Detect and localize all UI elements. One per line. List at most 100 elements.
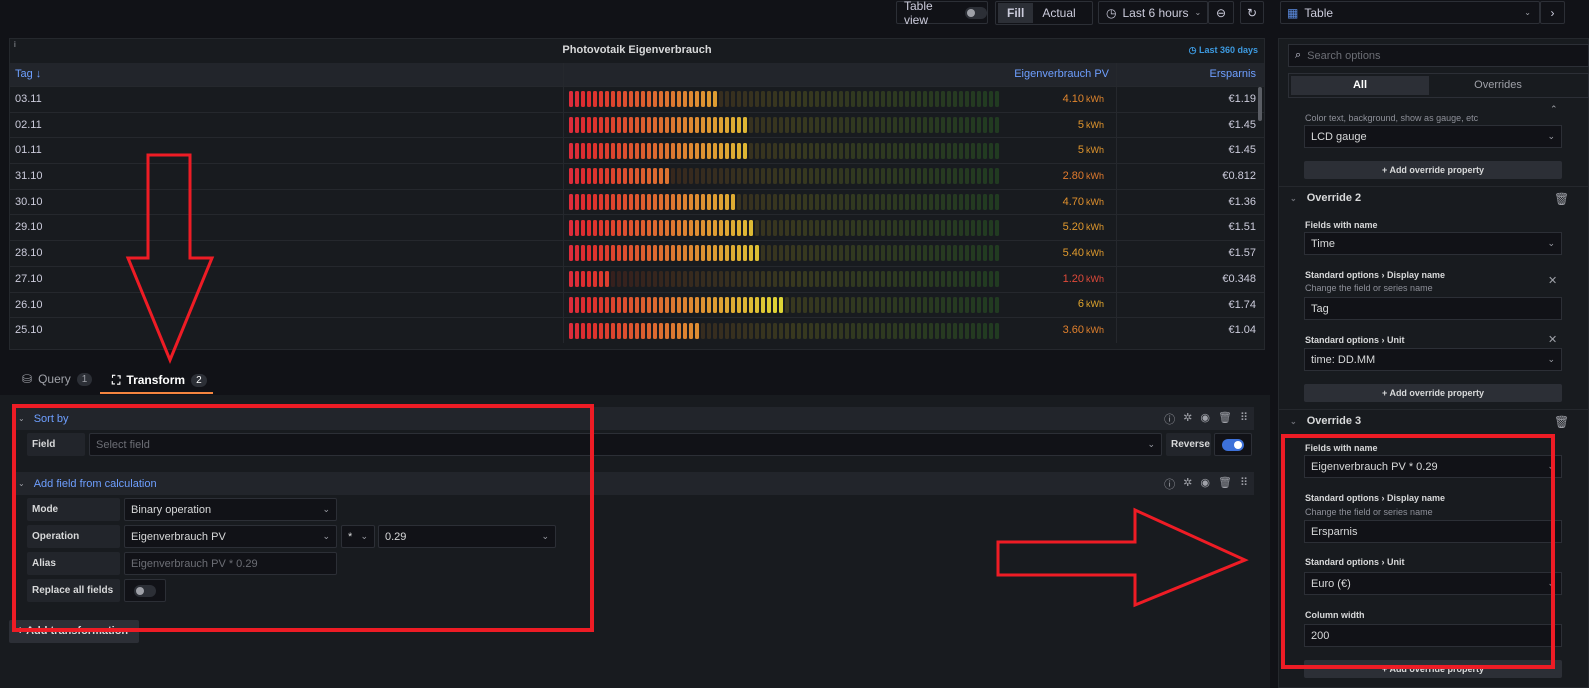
- chevron-up-icon[interactable]: ⌃: [1550, 104, 1558, 115]
- replace-toggle[interactable]: [124, 579, 166, 602]
- toggle-switch[interactable]: [1222, 438, 1244, 451]
- gauge-cell: [827, 322, 831, 339]
- gauge-cell: [761, 194, 765, 211]
- gauge-cell: [845, 194, 849, 211]
- info-icon[interactable]: i: [14, 40, 16, 49]
- override-2-fields-select[interactable]: Time ⌄: [1304, 232, 1562, 255]
- gauge-cell: [647, 168, 651, 185]
- override-2-header[interactable]: ⌄ Override 2: [1290, 192, 1361, 204]
- gauge-cell: [845, 219, 849, 236]
- toggle-switch[interactable]: [134, 584, 156, 597]
- gauge-cell: [989, 296, 993, 313]
- actual-button[interactable]: Actual: [1033, 3, 1084, 23]
- mode-select[interactable]: Binary operation ⌄: [124, 498, 337, 521]
- column-header-eigenverbrauch[interactable]: Eigenverbrauch PV: [564, 63, 1117, 86]
- gauge-cell: [623, 142, 627, 159]
- tab-overrides[interactable]: Overrides: [1429, 76, 1567, 95]
- search-icon: ⌕: [1295, 49, 1302, 61]
- gauge-cell: [605, 168, 609, 185]
- alias-input[interactable]: Eigenverbrauch PV * 0.29: [124, 552, 337, 575]
- chevron-down-icon: ⌄: [18, 479, 25, 488]
- add-override-property-button[interactable]: + Add override property: [1304, 384, 1562, 402]
- visualization-picker[interactable]: ▦ Table ⌄: [1280, 1, 1540, 24]
- drag-handle-icon[interactable]: ⠿: [1240, 411, 1248, 427]
- gauge-cell: [815, 245, 819, 262]
- close-icon[interactable]: ✕: [1548, 274, 1557, 287]
- operator-select[interactable]: * ⌄: [341, 525, 375, 548]
- cell-type-select[interactable]: LCD gauge ⌄: [1304, 125, 1562, 148]
- gauge-cell: [983, 194, 987, 211]
- operation-right-select[interactable]: 0.29 ⌄: [378, 525, 556, 548]
- table-view-toggle[interactable]: Table view: [896, 0, 988, 27]
- gauge-cell: [809, 296, 813, 313]
- gauge-cell: [881, 91, 885, 108]
- gauge-cell: [635, 296, 639, 313]
- zoom-out-button[interactable]: ⊖: [1208, 1, 1234, 24]
- calc-header[interactable]: ⌄ Add field from calculation ⓘ ✲ ◉ 🗑 ⠿: [12, 472, 1254, 495]
- gauge-cell: [713, 245, 717, 262]
- trash-icon[interactable]: 🗑: [1218, 411, 1232, 427]
- column-header-ersparnis[interactable]: Ersparnis: [1117, 63, 1264, 86]
- column-header-tag[interactable]: Tag ↓: [10, 63, 564, 86]
- gauge-cell: [677, 91, 681, 108]
- gauge-cell: [857, 219, 861, 236]
- scrollbar[interactable]: [1258, 87, 1262, 121]
- gauge-cell: [995, 142, 999, 159]
- sort-field-select[interactable]: Select field ⌄: [89, 433, 1162, 456]
- operation-left-select[interactable]: Eigenverbrauch PV ⌄: [124, 525, 337, 548]
- add-transformation-button[interactable]: + Add transformation: [9, 620, 139, 643]
- gauge-cell: [677, 142, 681, 159]
- debug-icon[interactable]: ✲: [1183, 476, 1192, 492]
- gauge-cell: [629, 271, 633, 288]
- tab-query[interactable]: ⛁ Query 1: [22, 372, 93, 386]
- fill-button[interactable]: Fill: [998, 3, 1034, 23]
- drag-handle-icon[interactable]: ⠿: [1240, 476, 1248, 492]
- override-3-fields-select[interactable]: Eigenverbrauch PV * 0.29 ⌄: [1304, 455, 1562, 478]
- tab-transform[interactable]: ⛶ Transform 2: [100, 368, 213, 394]
- close-icon[interactable]: ✕: [1548, 333, 1557, 346]
- collapse-options-button[interactable]: ›: [1540, 1, 1565, 24]
- gauge-cell: [779, 91, 783, 108]
- gauge-cell: [869, 91, 873, 108]
- override-3-unit-select[interactable]: Euro (€) ⌄: [1304, 572, 1562, 595]
- value-unit: kWh: [1086, 93, 1104, 104]
- refresh-button[interactable]: ↻: [1240, 1, 1264, 24]
- sort-by-header[interactable]: ⌄ Sort by ⓘ ✲ ◉ 🗑 ⠿: [12, 407, 1254, 430]
- gauge-cell: [707, 142, 711, 159]
- gauge-cell: [959, 194, 963, 211]
- eye-icon[interactable]: ◉: [1200, 476, 1210, 492]
- gauge-cell: [617, 117, 621, 134]
- reverse-toggle[interactable]: [1214, 433, 1252, 456]
- override-3-column-width-input[interactable]: 200: [1304, 624, 1562, 647]
- info-icon[interactable]: ⓘ: [1164, 411, 1175, 427]
- gauge-cell: [761, 271, 765, 288]
- add-override-property-button[interactable]: + Add override property: [1304, 161, 1562, 179]
- search-options-input[interactable]: ⌕ Search options: [1288, 44, 1589, 67]
- trash-icon[interactable]: 🗑: [1554, 192, 1569, 206]
- gauge-cell: [713, 168, 717, 185]
- override-3-header[interactable]: ⌄ Override 3: [1290, 415, 1361, 427]
- replace-label: Replace all fields: [27, 579, 120, 602]
- override-3-display-name-input[interactable]: Ersparnis: [1304, 520, 1562, 543]
- eye-icon[interactable]: ◉: [1200, 411, 1210, 427]
- gauge-cell: [953, 322, 957, 339]
- override-2-unit-select[interactable]: time: DD.MM ⌄: [1304, 348, 1562, 371]
- override-2-display-name-input[interactable]: Tag: [1304, 297, 1562, 320]
- time-picker[interactable]: ◷ Last 6 hours ⌄: [1098, 1, 1208, 24]
- toggle-switch[interactable]: [965, 6, 987, 19]
- gauge-cell: [917, 296, 921, 313]
- trash-icon[interactable]: 🗑: [1554, 415, 1569, 429]
- add-override-property-button[interactable]: + Add override property: [1304, 660, 1562, 678]
- info-icon[interactable]: ⓘ: [1164, 476, 1175, 492]
- trash-icon[interactable]: 🗑: [1218, 476, 1232, 492]
- debug-icon[interactable]: ✲: [1183, 411, 1192, 427]
- gauge-cell: [899, 91, 903, 108]
- gauge-cell: [989, 91, 993, 108]
- gauge-cell: [629, 168, 633, 185]
- gauge-cell: [575, 322, 579, 339]
- gauge-cell: [833, 322, 837, 339]
- tab-all[interactable]: All: [1291, 76, 1429, 95]
- gauge-cell: [947, 296, 951, 313]
- value-number: 3.60: [1062, 324, 1084, 337]
- gauge-cell: [659, 91, 663, 108]
